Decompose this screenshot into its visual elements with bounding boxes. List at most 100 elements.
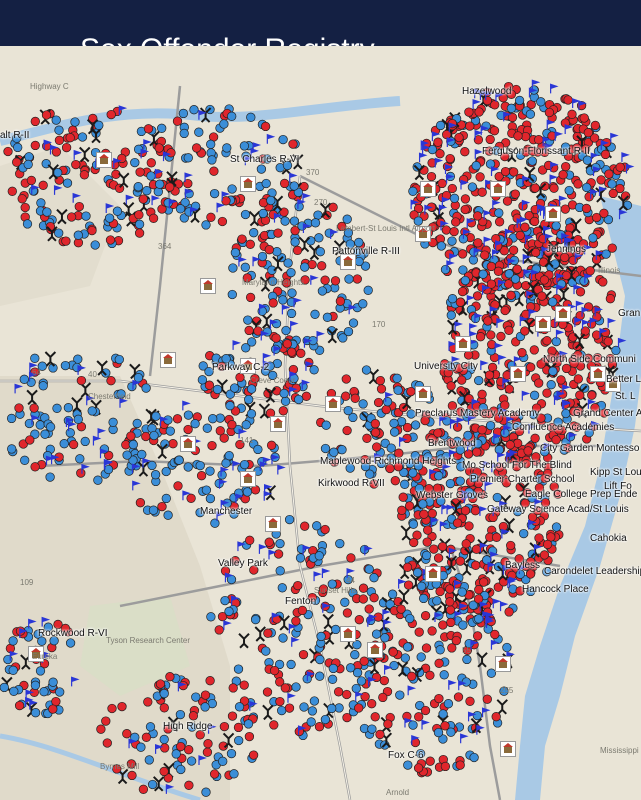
offender-red-dot[interactable]: [504, 325, 514, 335]
offender-red-dot[interactable]: [280, 683, 290, 693]
offender-blue-dot[interactable]: [280, 216, 290, 226]
offender-blue-dot[interactable]: [122, 450, 132, 460]
offender-blue-dot[interactable]: [447, 236, 457, 246]
offender-red-dot[interactable]: [244, 731, 255, 742]
offender-blue-dot[interactable]: [217, 470, 227, 480]
offender-blue-dot[interactable]: [275, 566, 285, 576]
offender-blue-dot[interactable]: [548, 297, 558, 307]
school-building-icon[interactable]: [340, 626, 356, 642]
school-building-icon[interactable]: [420, 181, 436, 197]
offender-red-dot[interactable]: [452, 518, 463, 528]
offender-blue-dot[interactable]: [93, 475, 103, 485]
offender-blue-dot[interactable]: [395, 690, 405, 700]
offender-red-dot[interactable]: [598, 277, 608, 287]
offender-blue-dot[interactable]: [421, 550, 432, 561]
offender-red-dot[interactable]: [425, 670, 435, 680]
offender-blue-dot[interactable]: [133, 373, 144, 383]
offender-red-dot[interactable]: [489, 126, 500, 136]
offender-red-dot[interactable]: [542, 539, 553, 550]
offender-red-dot[interactable]: [539, 275, 550, 285]
offender-red-dot[interactable]: [447, 183, 457, 194]
offender-blue-dot[interactable]: [45, 472, 55, 482]
offender-red-dot[interactable]: [373, 397, 384, 408]
offender-red-dot[interactable]: [372, 442, 382, 452]
offender-blue-dot[interactable]: [141, 383, 151, 393]
offender-blue-dot[interactable]: [294, 394, 304, 405]
offender-blue-dot[interactable]: [201, 485, 212, 495]
offender-red-dot[interactable]: [477, 389, 487, 399]
offender-blue-dot[interactable]: [87, 406, 97, 416]
offender-red-dot[interactable]: [434, 693, 444, 704]
offender-red-dot[interactable]: [214, 625, 224, 635]
offender-red-dot[interactable]: [228, 683, 238, 693]
offender-blue-dot[interactable]: [186, 756, 197, 766]
offender-red-dot[interactable]: [402, 562, 413, 572]
offender-blue-dot[interactable]: [335, 538, 345, 549]
offender-blue-dot[interactable]: [272, 247, 282, 257]
offender-blue-dot[interactable]: [312, 521, 322, 531]
offender-red-dot[interactable]: [154, 143, 164, 153]
offender-blue-dot[interactable]: [300, 262, 310, 272]
offender-red-dot[interactable]: [168, 439, 178, 449]
offender-red-dot[interactable]: [534, 533, 544, 543]
offender-red-dot[interactable]: [534, 135, 544, 145]
offender-red-dot[interactable]: [159, 703, 169, 713]
offender-red-dot[interactable]: [542, 336, 552, 346]
offender-red-dot[interactable]: [433, 428, 443, 438]
offender-blue-dot[interactable]: [328, 663, 338, 674]
offender-blue-dot[interactable]: [472, 710, 482, 721]
offender-red-dot[interactable]: [526, 362, 536, 372]
offender-blue-dot[interactable]: [90, 240, 100, 250]
offender-red-dot[interactable]: [30, 140, 40, 151]
offender-red-dot[interactable]: [333, 687, 344, 697]
offender-red-dot[interactable]: [291, 616, 301, 626]
offender-red-dot[interactable]: [87, 225, 97, 236]
offender-blue-dot[interactable]: [19, 374, 29, 384]
offender-red-dot[interactable]: [446, 381, 456, 391]
offender-red-dot[interactable]: [414, 627, 424, 637]
offender-red-dot[interactable]: [342, 425, 352, 436]
offender-blue-dot[interactable]: [474, 614, 484, 624]
offender-red-dot[interactable]: [409, 537, 419, 548]
offender-blue-dot[interactable]: [13, 142, 23, 153]
offender-red-dot[interactable]: [7, 186, 17, 196]
offender-blue-dot[interactable]: [551, 221, 561, 231]
offender-red-dot[interactable]: [262, 687, 273, 697]
offender-red-dot[interactable]: [513, 131, 523, 141]
offender-red-dot[interactable]: [482, 95, 493, 106]
offender-blue-dot[interactable]: [327, 674, 338, 684]
offender-blue-dot[interactable]: [289, 181, 299, 191]
offender-red-dot[interactable]: [14, 700, 25, 711]
offender-blue-dot[interactable]: [548, 366, 558, 376]
offender-red-dot[interactable]: [505, 440, 515, 450]
offender-red-dot[interactable]: [523, 446, 533, 456]
offender-red-dot[interactable]: [134, 228, 145, 238]
offender-blue-dot[interactable]: [261, 646, 271, 656]
offender-red-dot[interactable]: [196, 471, 207, 481]
offender-red-dot[interactable]: [300, 521, 310, 531]
offender-red-dot[interactable]: [298, 649, 309, 660]
offender-blue-dot[interactable]: [283, 258, 293, 268]
offender-red-dot[interactable]: [404, 501, 415, 511]
school-building-icon[interactable]: [96, 152, 112, 168]
offender-red-dot[interactable]: [419, 509, 429, 519]
school-building-icon[interactable]: [510, 366, 526, 382]
offender-blue-dot[interactable]: [314, 233, 324, 243]
offender-blue-dot[interactable]: [455, 476, 465, 486]
offender-blue-dot[interactable]: [369, 573, 379, 583]
offender-red-dot[interactable]: [239, 680, 249, 690]
offender-red-dot[interactable]: [122, 729, 132, 739]
offender-red-dot[interactable]: [367, 699, 377, 709]
offender-red-dot[interactable]: [472, 291, 483, 301]
offender-red-dot[interactable]: [369, 593, 379, 603]
offender-blue-dot[interactable]: [227, 184, 237, 194]
offender-red-dot[interactable]: [484, 370, 495, 380]
offender-red-dot[interactable]: [269, 720, 279, 730]
offender-blue-dot[interactable]: [286, 659, 296, 670]
offender-red-dot[interactable]: [41, 110, 52, 120]
offender-blue-dot[interactable]: [405, 613, 415, 624]
offender-red-dot[interactable]: [440, 721, 450, 731]
offender-blue-dot[interactable]: [55, 687, 65, 697]
offender-red-dot[interactable]: [202, 747, 213, 757]
offender-red-dot[interactable]: [464, 521, 474, 531]
